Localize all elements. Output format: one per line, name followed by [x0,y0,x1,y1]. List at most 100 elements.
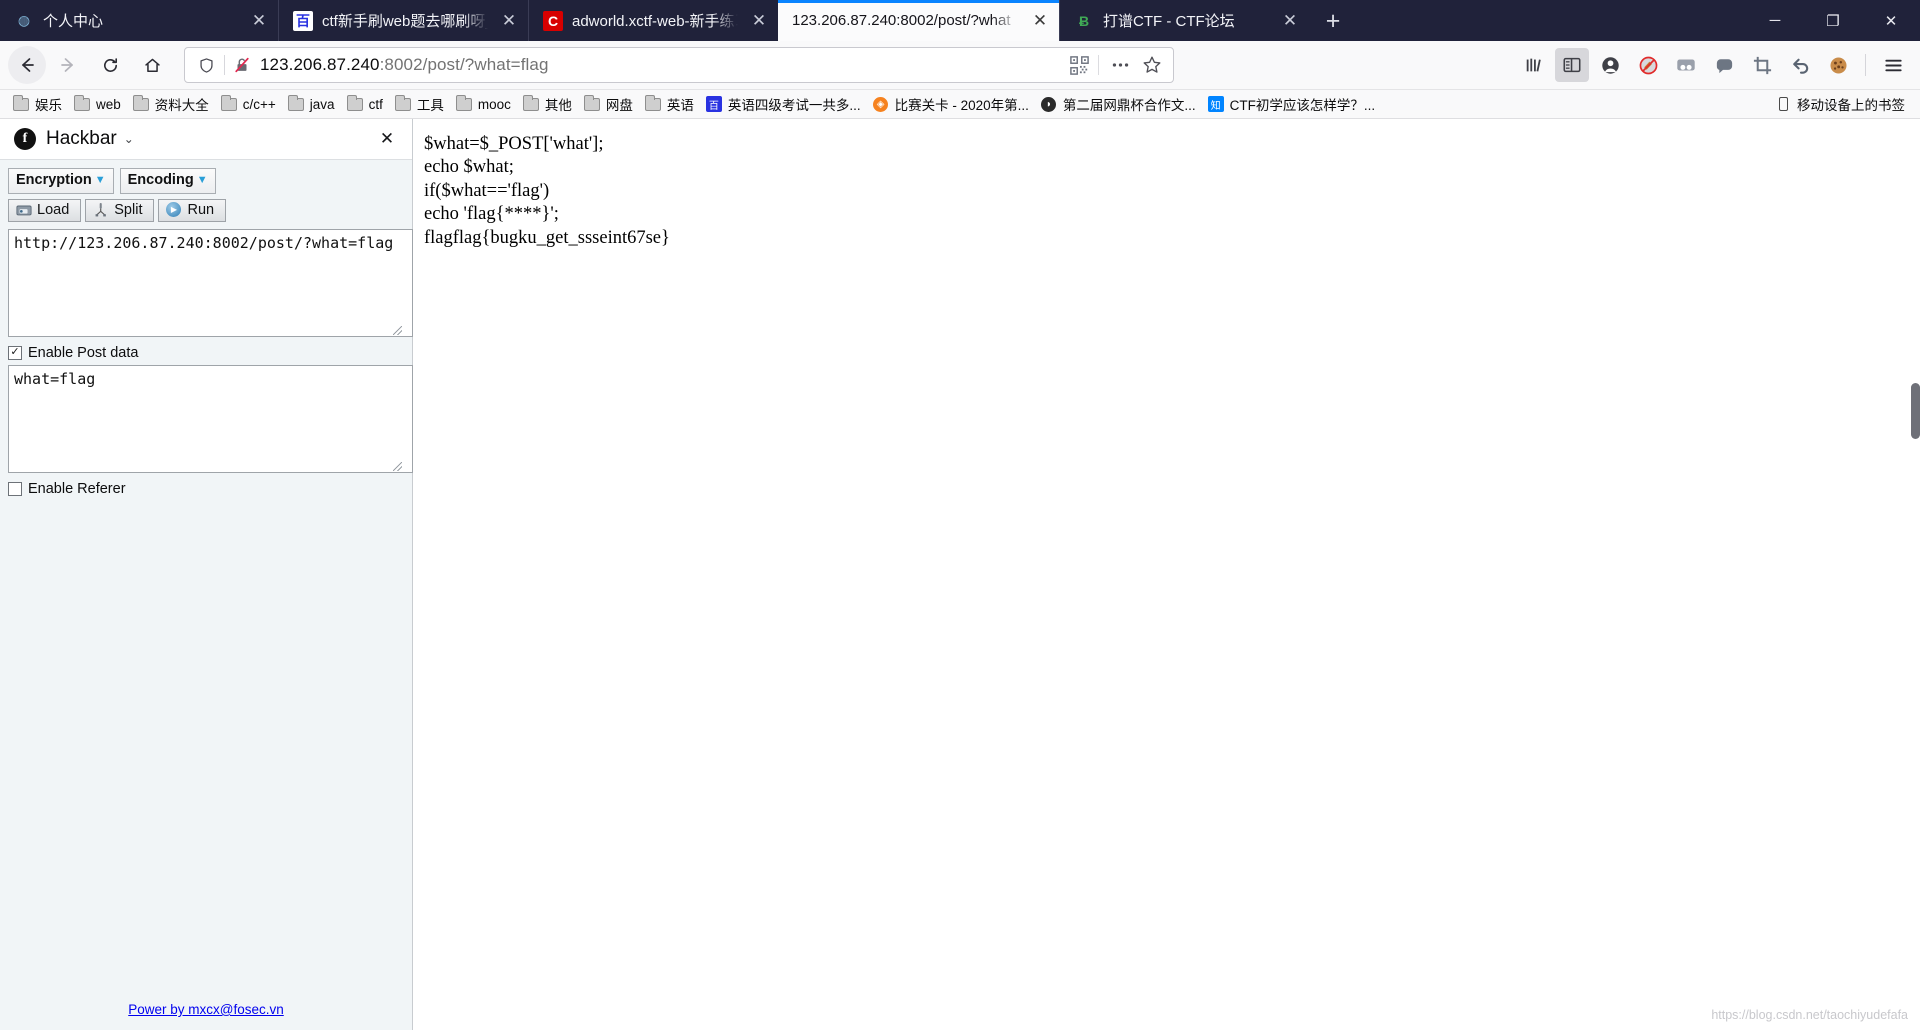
window-close-button[interactable]: ✕ [1862,0,1920,41]
new-tab-button[interactable]: + [1313,1,1353,41]
browser-tab-active[interactable]: 123.206.87.240:8002/post/?what ✕ [778,0,1059,41]
enable-post-data-checkbox-row[interactable]: ✓ Enable Post data [8,345,404,361]
sidebar-body: Encryption ▼ Encoding ▼ Load Split ▶ Run… [0,160,413,1001]
split-button[interactable]: Split [85,198,155,222]
undo-arrow-icon[interactable] [1783,48,1817,82]
hamburger-menu-icon[interactable] [1876,48,1910,82]
bookmark-item[interactable]: 娱乐 [8,92,69,116]
enable-referer-checkbox[interactable] [8,481,22,496]
browser-action-toolbar [1515,48,1912,82]
browser-tab[interactable]: ◍ 个人中心 ✕ [0,0,278,41]
sidebar-title: Hackbar [46,128,117,149]
bookmark-item[interactable]: 工具 [390,92,451,116]
tab-close-button[interactable]: ✕ [1027,8,1053,34]
load-label: Load [37,201,70,218]
tab-close-button[interactable]: ✕ [496,8,522,34]
chevron-down-icon[interactable]: ⌄ [124,132,134,146]
cookie-icon[interactable] [1821,48,1855,82]
tab-title: 123.206.87.240:8002/post/?what [792,12,1011,29]
sidebar-toggle-icon[interactable] [1555,48,1589,82]
bookmark-item[interactable]: web [69,94,128,114]
url-bar[interactable]: 123.206.87.240:8002/post/?what=flag [184,47,1174,83]
encoding-dropdown[interactable]: Encoding ▼ [119,168,216,194]
urlbar-action-divider [1098,55,1099,75]
bookmark-item[interactable]: ◈ 比赛关卡 - 2020年第... [868,92,1036,116]
url-path: :8002/post/?what=flag [379,55,549,74]
zhihu-icon: 知 [1207,96,1225,112]
url-text[interactable]: 123.206.87.240:8002/post/?what=flag [260,55,1062,75]
power-by-link[interactable]: Power by mxcx@fosec.vn [128,1002,284,1017]
bookmark-item[interactable]: 知 CTF初学应该怎样学？... [1203,92,1383,116]
forward-button[interactable] [48,46,88,84]
tab-group-icon[interactable] [1669,48,1703,82]
enable-post-data-checkbox[interactable]: ✓ [8,345,22,360]
browser-tab[interactable]: Ƀ 打谱CTF - CTF论坛 ✕ [1059,0,1309,41]
star-icon[interactable] [1137,51,1167,79]
chevron-down-icon: ▼ [94,174,106,187]
resize-grip[interactable] [393,325,402,335]
back-arrow-icon [22,58,34,72]
bookmark-item[interactable]: c/c++ [216,94,283,114]
bookmark-item[interactable]: 英语 [640,92,701,116]
bookmark-label: 第二届网鼎杯合作文... [1062,98,1196,113]
bookmark-item[interactable]: 资料大全 [128,92,216,116]
bookmark-item[interactable]: ctf [342,94,390,114]
bookmarks-toolbar: 娱乐 web 资料大全 c/c++ java ctf 工具 mooc 其他 网盘… [0,90,1920,119]
web-page-content: $what=$_POST['what']; echo $what; if($wh… [413,119,1920,1030]
chat-bubble-icon[interactable] [1707,48,1741,82]
url-input-textarea[interactable]: http://123.206.87.240:8002/post/?what=fl… [8,228,413,337]
bookmark-label: CTF初学应该怎样学？... [1229,98,1376,113]
bookmark-item[interactable]: ◗ 第二届网鼎杯合作文... [1036,92,1203,116]
crop-screenshot-icon[interactable] [1745,48,1779,82]
php-output-text: $what=$_POST['what']; echo $what; if($wh… [424,134,670,248]
library-icon[interactable] [1517,48,1551,82]
home-button[interactable] [132,46,172,84]
load-icon [15,202,32,218]
enable-referer-checkbox-row[interactable]: Enable Referer [8,481,404,497]
bookmark-item[interactable]: 其他 [518,92,579,116]
tab-close-button[interactable]: ✕ [246,8,272,34]
bookmark-label: 其他 [544,98,572,113]
window-maximize-button[interactable]: ❐ [1804,0,1862,41]
window-minimize-button[interactable]: ─ [1746,0,1804,41]
qrcode-icon[interactable] [1064,51,1094,79]
bookmark-label: c/c++ [242,96,276,112]
account-icon[interactable] [1593,48,1627,82]
folder-icon [455,94,473,112]
browser-tab[interactable]: C adworld.xctf-web-新手练习区 ✕ [528,0,778,41]
folder-icon [132,94,150,112]
post-data-textarea[interactable]: what=flag [8,364,413,473]
tab-title: 打谱CTF - CTF论坛 [1103,13,1235,30]
reload-button[interactable] [90,46,130,84]
encryption-label: Encryption [16,172,92,188]
page-scrollbar-thumb[interactable] [1911,383,1920,439]
resize-grip[interactable] [393,461,402,471]
bookmark-label: 英语四级考试一共多... [727,98,861,113]
baidu-icon: 百 [293,10,313,31]
bookmark-label: ctf [368,96,383,112]
sidebar-footer: Power by mxcx@fosec.vn [0,1001,412,1030]
tab-close-button[interactable]: ✕ [1277,8,1303,34]
back-button[interactable] [8,46,46,84]
folder-icon [12,94,30,112]
bookmark-item[interactable]: 百英语四级考试一共多... [701,92,868,116]
bookmark-label: 资料大全 [154,98,209,113]
sidebar-close-button[interactable]: ✕ [374,126,400,152]
bookmark-item[interactable]: mooc [451,94,518,114]
browser-tab[interactable]: 百 ctf新手刷web题去哪刷呀_百度 ✕ [278,0,528,41]
run-button[interactable]: ▶ Run [158,198,227,222]
folder-icon [73,94,91,112]
bookmark-item[interactable]: java [283,94,342,114]
bookmark-item[interactable]: 网盘 [579,92,640,116]
bookmark-label: java [309,96,335,112]
adblock-disabled-icon[interactable] [1631,48,1665,82]
bookmark-label: web [96,96,121,112]
encryption-dropdown[interactable]: Encryption ▼ [8,168,114,194]
bookmark-label: 娱乐 [35,98,62,113]
load-button[interactable]: Load [8,198,82,222]
bookmark-item-mobile[interactable]: 移动设备上的书签 [1770,92,1912,116]
shield-icon[interactable] [193,52,219,78]
broken-lock-icon[interactable] [230,53,254,77]
tab-close-button[interactable]: ✕ [746,8,772,34]
ellipsis-icon[interactable] [1105,51,1135,79]
